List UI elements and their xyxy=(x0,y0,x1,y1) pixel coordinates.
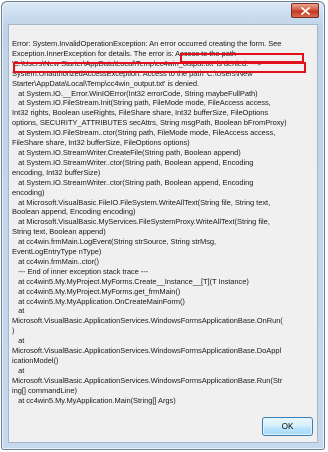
error-message-line: at Microsoft.VisualBasic.FileIO.FileSyst… xyxy=(12,197,271,207)
error-message-line: String text, Boolean append) xyxy=(12,227,106,237)
error-message-line: Boolean append, Encoding encoding) xyxy=(12,207,136,217)
error-message-line: Microsoft.VisualBasic.ApplicationService… xyxy=(12,346,282,356)
error-message-line: FileShare share, Int32 bufferSize, FileO… xyxy=(12,138,190,148)
error-message-line: at xyxy=(12,306,25,316)
dialog-content: Error: System.InvalidOperationException:… xyxy=(8,24,318,443)
error-message-line: at System.IO.StreamWriter..ctor(String p… xyxy=(12,177,254,187)
error-message-line: encoding, Int32 bufferSize) xyxy=(12,167,101,177)
error-message-line: at System.IO.FileStream..ctor(String pat… xyxy=(12,128,276,138)
error-message-line: at cc4win5.My.MyApplication.OnCreateMain… xyxy=(12,296,185,306)
error-message-line: System.UnauthorizedAccessException: Acce… xyxy=(12,68,253,78)
error-message-line: options, SECURITY_ATTRIBUTES secAttrs, S… xyxy=(12,118,287,128)
error-message-line: at cc4win.frmMain..ctor() xyxy=(12,256,99,266)
close-icon xyxy=(300,6,310,15)
error-message-line: --- End of inner exception stack trace -… xyxy=(12,266,149,276)
error-message-line: at cc4win5.My.MyProject.MyForms.Create__… xyxy=(12,276,249,286)
error-message-line: Microsoft.VisualBasic.ApplicationService… xyxy=(12,375,283,385)
error-message-text: Error: System.InvalidOperationException:… xyxy=(12,39,315,406)
error-message-line: at System.IO.StreamWriter.CreateFile(Str… xyxy=(12,147,241,157)
error-dialog-window: Error: System.InvalidOperationException:… xyxy=(1,1,325,450)
error-message-line: at cc4win.frmMain.LogEvent(String strSou… xyxy=(12,237,217,247)
error-message-line: at xyxy=(12,365,25,375)
error-message-line: Microsoft.VisualBasic.ApplicationService… xyxy=(12,316,283,326)
error-message-line: ) xyxy=(12,326,15,336)
error-message-line: at xyxy=(12,336,25,346)
error-message-line: icationModel() xyxy=(12,356,59,365)
ok-button[interactable]: OK xyxy=(262,417,313,436)
error-message-line: 'C:\Users\New Starter\AppData\Local\Temp… xyxy=(12,58,262,68)
title-bar[interactable] xyxy=(2,2,324,24)
error-message-line: encoding) xyxy=(12,187,45,197)
error-message-line: at Microsoft.VisualBasic.MyServices.File… xyxy=(12,217,270,227)
error-message-line: Error: System.InvalidOperationException:… xyxy=(12,39,282,48)
error-message-line: Starter\AppData\Local\Temp\cc4win_output… xyxy=(12,78,200,88)
error-message-line: ing[] commandLine) xyxy=(12,385,77,395)
error-message-line: EventLogEntryType nType) xyxy=(12,247,102,257)
error-message-line: at cc4win5.My.MyProject.MyForms.get_frmM… xyxy=(12,286,181,296)
error-message-line: Int32 rights, Boolean useRights, FileSha… xyxy=(12,108,269,118)
error-message-line: Exception.InnerException for details. Th… xyxy=(12,48,236,58)
error-message-line: at cc4win5.My.MyApplication.Main(String[… xyxy=(12,395,176,405)
error-message-line: at System.IO.__Error.WinIOError(Int32 er… xyxy=(12,88,258,98)
error-message-line: at System.IO.FileStream.Init(String path… xyxy=(12,98,271,108)
error-message-line: at System.IO.StreamWriter..ctor(String p… xyxy=(12,157,254,167)
close-button[interactable] xyxy=(291,3,319,18)
